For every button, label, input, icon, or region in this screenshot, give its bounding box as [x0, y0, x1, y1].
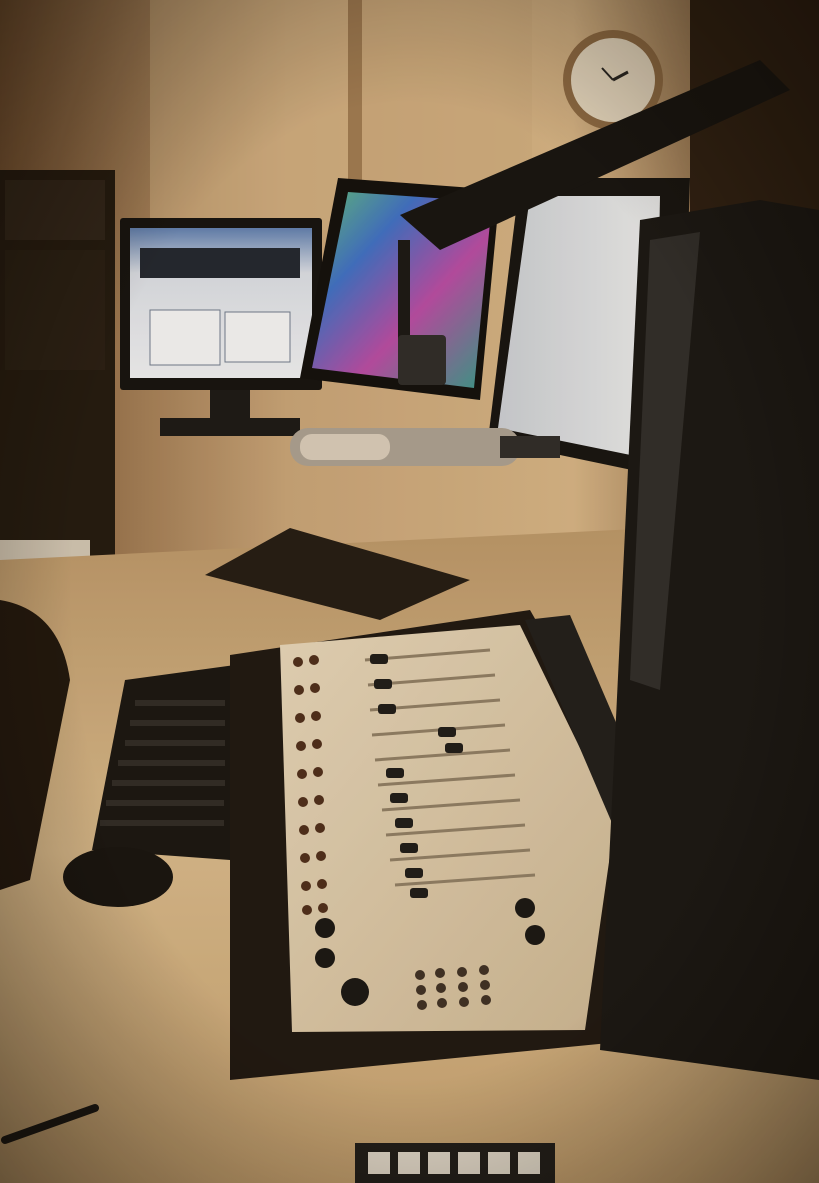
radio-studio-photo — [0, 0, 819, 1183]
warm-tint — [0, 0, 819, 1183]
studio-scene — [0, 0, 819, 1183]
